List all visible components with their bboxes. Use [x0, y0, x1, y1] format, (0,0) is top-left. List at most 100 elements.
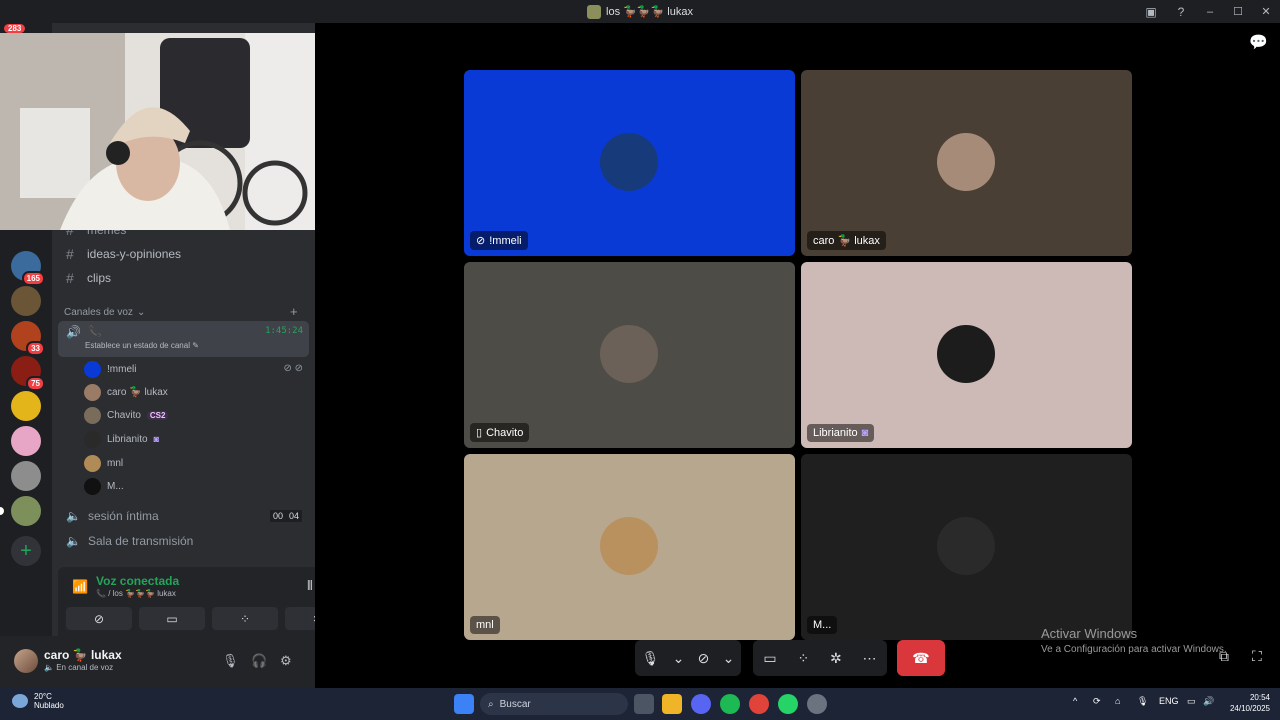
tile-name-label: Librianito ◙ — [807, 424, 875, 442]
voice-member[interactable]: M... — [84, 476, 124, 496]
tile-name-label: ⊘ !mmeli — [470, 231, 528, 250]
add-channel-icon[interactable]: + — [290, 304, 298, 319]
close-icon[interactable]: ✕ — [1252, 0, 1280, 23]
voice-member[interactable]: Librianito ◙ — [84, 429, 159, 449]
video-tile[interactable]: caro 🦆 lukax — [801, 70, 1132, 256]
start-icon[interactable] — [454, 694, 474, 714]
maximize-icon[interactable]: ☐ — [1224, 0, 1252, 23]
camera-off-icon[interactable]: ⊘ — [698, 650, 710, 667]
help-icon[interactable]: ? — [1166, 0, 1196, 23]
channel-ideas-y-opiniones[interactable]: # ideas-y-opiniones — [60, 243, 308, 265]
avatar[interactable] — [14, 649, 38, 673]
video-tile[interactable]: Librianito ◙ — [801, 262, 1132, 448]
discord-icon[interactable] — [691, 694, 711, 714]
server-icon[interactable]: 165 — [11, 251, 45, 286]
server-icon[interactable]: 75 — [11, 356, 45, 391]
chevron-up-icon[interactable]: ^ — [1073, 696, 1077, 706]
volume-icon[interactable]: 🔊 — [1203, 696, 1214, 707]
minimize-icon[interactable]: – — [1196, 0, 1224, 23]
member-name: caro 🦆 lukax — [107, 386, 168, 398]
chat-icon[interactable]: 💬 — [1249, 33, 1268, 51]
active-voice-channel[interactable]: 🔊 📞 1:45:24 Establece un estado de canal… — [58, 321, 309, 357]
chevron-down-icon[interactable]: ⌄ — [673, 650, 685, 667]
pencil-icon: ✎ — [192, 341, 199, 350]
camera-toggle-button[interactable]: ⊘ — [66, 607, 132, 630]
display-icon[interactable]: ▭ — [1187, 696, 1196, 707]
sync-icon[interactable]: ⟳ — [1093, 696, 1101, 707]
voice-channel-path: / los 🦆🦆🦆 lukax — [108, 589, 176, 598]
voice-member[interactable]: caro 🦆 lukax — [84, 382, 168, 402]
more-icon[interactable]: ⋯ — [863, 650, 877, 667]
activities-button[interactable]: ⁘ — [212, 607, 278, 630]
avatar — [600, 133, 658, 191]
channel-clips[interactable]: # clips — [60, 267, 308, 289]
spotify-icon[interactable] — [720, 694, 740, 714]
voice-category[interactable]: Canales de voz ⌄ — [64, 307, 145, 318]
tile-name-label: M... — [807, 616, 838, 634]
voice-member[interactable]: mnl — [84, 453, 123, 473]
voice-member[interactable]: !mmeli — [84, 359, 136, 379]
fullscreen-icon[interactable]: ⛶ — [1252, 648, 1262, 665]
channel-status-text: Establece un estado de canal — [85, 341, 190, 350]
weather-widget[interactable]: 20°C Nublado — [12, 692, 64, 710]
network-icon[interactable]: ⌂ — [1115, 696, 1120, 706]
video-tile[interactable]: ⊘ !mmeli — [464, 70, 795, 256]
task-view-icon[interactable] — [634, 694, 654, 714]
windows-taskbar: 20°C Nublado ⌕ Buscar ^ ⟳ ⌂ 🎙 ENG ▭ 🔊 20:5… — [0, 688, 1280, 720]
tile-name: mnl — [476, 619, 494, 631]
user-name: caro 🦆 lukax — [44, 648, 122, 662]
whatsapp-icon[interactable] — [778, 694, 798, 714]
member-name: mnl — [107, 457, 124, 469]
activities-icon[interactable]: ⁘ — [797, 650, 809, 667]
microphone-icon[interactable]: 🎙 — [642, 650, 660, 667]
settings-icon[interactable]: ⚙ — [280, 653, 292, 669]
chrome-icon[interactable] — [749, 694, 769, 714]
video-tile[interactable]: M... — [801, 454, 1132, 640]
channel-label: ideas-y-opiniones — [87, 247, 182, 261]
avatar — [84, 360, 101, 378]
language-indicator[interactable]: ENG — [1159, 696, 1179, 706]
voice-channel-sala-de-transmision[interactable]: 🔈 Sala de transmisión — [60, 530, 308, 552]
microphone-icon[interactable]: 🎙 — [1137, 696, 1148, 707]
voice-member[interactable]: Chavito CS2 — [84, 405, 169, 425]
server-icon[interactable] — [11, 286, 41, 316]
tile-name-label: mnl — [470, 616, 500, 634]
add-server-icon[interactable]: + — [11, 536, 41, 566]
voice-channel-sesion-intima[interactable]: 🔈 sesión íntima 00 04 — [60, 505, 308, 527]
inbox-icon[interactable]: ▣ — [1136, 0, 1166, 23]
video-tile[interactable]: mnl — [464, 454, 795, 640]
screen-share-icon[interactable]: ▭ — [763, 650, 776, 667]
taskbar-search[interactable]: ⌕ Buscar — [480, 693, 628, 715]
avatar — [84, 406, 101, 424]
member-name: M... — [107, 480, 124, 492]
member-name: !mmeli — [107, 363, 137, 375]
headphones-icon[interactable]: 🎧 — [251, 653, 267, 669]
avatar — [937, 325, 995, 383]
video-tile[interactable]: ▯ Chavito — [464, 262, 795, 448]
phone-icon: 📞 — [96, 589, 106, 598]
clock-date: 24/10/2025 — [1229, 704, 1270, 713]
server-icon[interactable] — [11, 461, 41, 491]
clock-time: 20:54 — [1249, 693, 1270, 702]
windows-activation-watermark: Activar Windows Ve a Configuración para … — [1041, 626, 1227, 655]
system-clock[interactable]: 20:54 24/10/2025 — [1230, 692, 1270, 714]
soundboard-icon[interactable]: ✲ — [830, 650, 842, 667]
selected-indicator — [0, 507, 4, 515]
chevron-down-icon[interactable]: ⌄ — [723, 650, 735, 667]
server-icon[interactable] — [0, 496, 41, 526]
app-icon[interactable] — [807, 694, 827, 714]
user-limit: 04 — [285, 510, 302, 522]
server-icon[interactable] — [11, 391, 41, 421]
microphone-icon[interactable]: 🎙 — [222, 653, 239, 669]
popout-icon[interactable]: ⧉ — [1219, 648, 1229, 665]
signal-icon[interactable]: 📶 — [72, 579, 88, 595]
webcam-feed — [0, 33, 350, 230]
speaker-icon: 🔊 — [66, 325, 81, 339]
noise-suppression-icon[interactable]: ⦀ — [307, 578, 313, 594]
file-explorer-icon[interactable] — [662, 694, 682, 714]
channel-status-prompt[interactable]: Establece un estado de canal ✎ — [85, 341, 199, 350]
server-icon[interactable] — [11, 426, 41, 456]
screen-share-button[interactable]: ▭ — [139, 607, 205, 630]
server-icon[interactable]: 33 — [11, 321, 45, 356]
disconnect-button[interactable]: ☎ — [897, 640, 945, 676]
